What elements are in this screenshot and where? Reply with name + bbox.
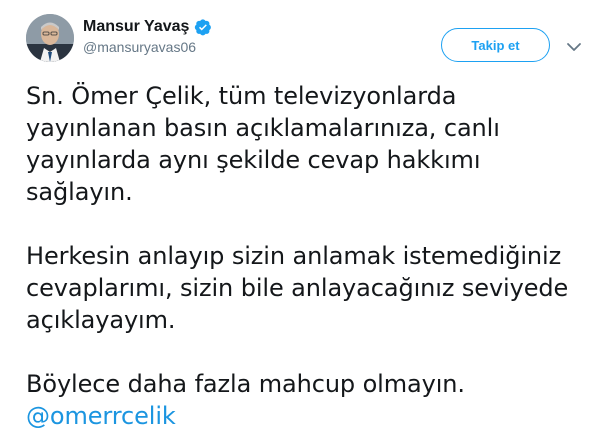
mention-link[interactable]: @omerrcelik (26, 402, 176, 430)
tweet-card: Mansur Yavaş @mansuryavas06 Takip et Sn.… (0, 0, 594, 440)
chevron-down-icon[interactable] (566, 38, 582, 51)
tweet-paragraph-1: Sn. Ömer Çelik, tüm televizyonlarda yayı… (26, 82, 500, 206)
tweet-text: Sn. Ömer Çelik, tüm televizyonlarda yayı… (26, 80, 591, 432)
tweet-paragraph-2: Herkesin anlayıp sizin anlamak istemediğ… (26, 242, 569, 334)
author-info: Mansur Yavaş @mansuryavas06 (83, 16, 212, 55)
follow-button[interactable]: Takip et (441, 28, 550, 62)
author-name-row: Mansur Yavaş (83, 16, 212, 38)
author-avatar[interactable] (26, 14, 74, 62)
author-display-name[interactable]: Mansur Yavaş (83, 18, 189, 36)
author-handle[interactable]: @mansuryavas06 (83, 39, 212, 55)
verified-badge-icon (194, 18, 212, 36)
avatar-image (26, 14, 74, 62)
tweet-paragraph-3: Böylece daha fazla mahcup olmayın. (26, 370, 465, 398)
